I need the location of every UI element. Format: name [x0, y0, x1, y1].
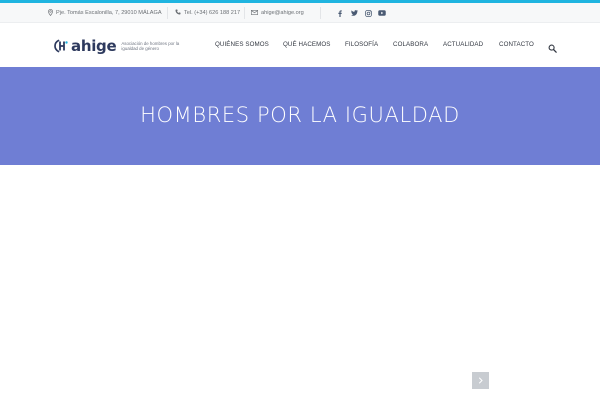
facebook-icon[interactable]	[334, 3, 346, 23]
divider	[167, 7, 168, 19]
ahige-logo-mark-icon	[54, 39, 68, 53]
instagram-icon[interactable]	[362, 3, 374, 23]
top-bar: Pje. Tomás Escalonilla, 7, 29010 MÁLAGA …	[0, 3, 600, 23]
slider-next-button[interactable]	[472, 372, 489, 389]
address-text: Pje. Tomás Escalonilla, 7, 29010 MÁLAGA	[56, 10, 162, 16]
email-item[interactable]: ahige@ahige.org	[251, 3, 304, 23]
nav-colabora[interactable]: COLABORA	[393, 41, 428, 48]
logo-text: ahige	[71, 37, 117, 55]
address-item: Pje. Tomás Escalonilla, 7, 29010 MÁLAGA	[48, 3, 162, 23]
nav-actualidad[interactable]: ACTUALIDAD	[443, 41, 483, 48]
search-icon[interactable]	[548, 40, 557, 58]
nav-contacto[interactable]: CONTACTO	[499, 41, 534, 48]
twitter-icon[interactable]	[348, 3, 360, 23]
nav-filosofia[interactable]: FILOSOFÍA	[345, 41, 378, 48]
hero-banner: HOMBRES POR LA IGUALDAD	[0, 67, 600, 165]
phone-item[interactable]: Tel. (+34) 626 188 217	[175, 3, 240, 23]
content-area	[0, 165, 600, 400]
mail-icon	[251, 9, 258, 15]
email-text: ahige@ahige.org	[261, 10, 304, 16]
nav-quienes-somos[interactable]: QUIÉNES SOMOS	[215, 41, 269, 48]
logo-tagline: Asociación de hombres por la igualdad de…	[121, 41, 180, 51]
map-pin-icon	[48, 8, 53, 16]
chevron-right-icon	[478, 377, 483, 384]
hero-title: HOMBRES POR LA IGUALDAD	[140, 103, 460, 127]
divider	[244, 7, 245, 19]
divider	[320, 7, 321, 19]
youtube-icon[interactable]	[376, 3, 388, 23]
site-header: ahige Asociación de hombres por la igual…	[0, 24, 600, 67]
phone-icon	[175, 9, 181, 15]
phone-text: Tel. (+34) 626 188 217	[184, 10, 241, 16]
nav-que-hacemos[interactable]: QUÉ HACEMOS	[283, 41, 331, 48]
logo[interactable]: ahige Asociación de hombres por la igual…	[54, 35, 181, 57]
